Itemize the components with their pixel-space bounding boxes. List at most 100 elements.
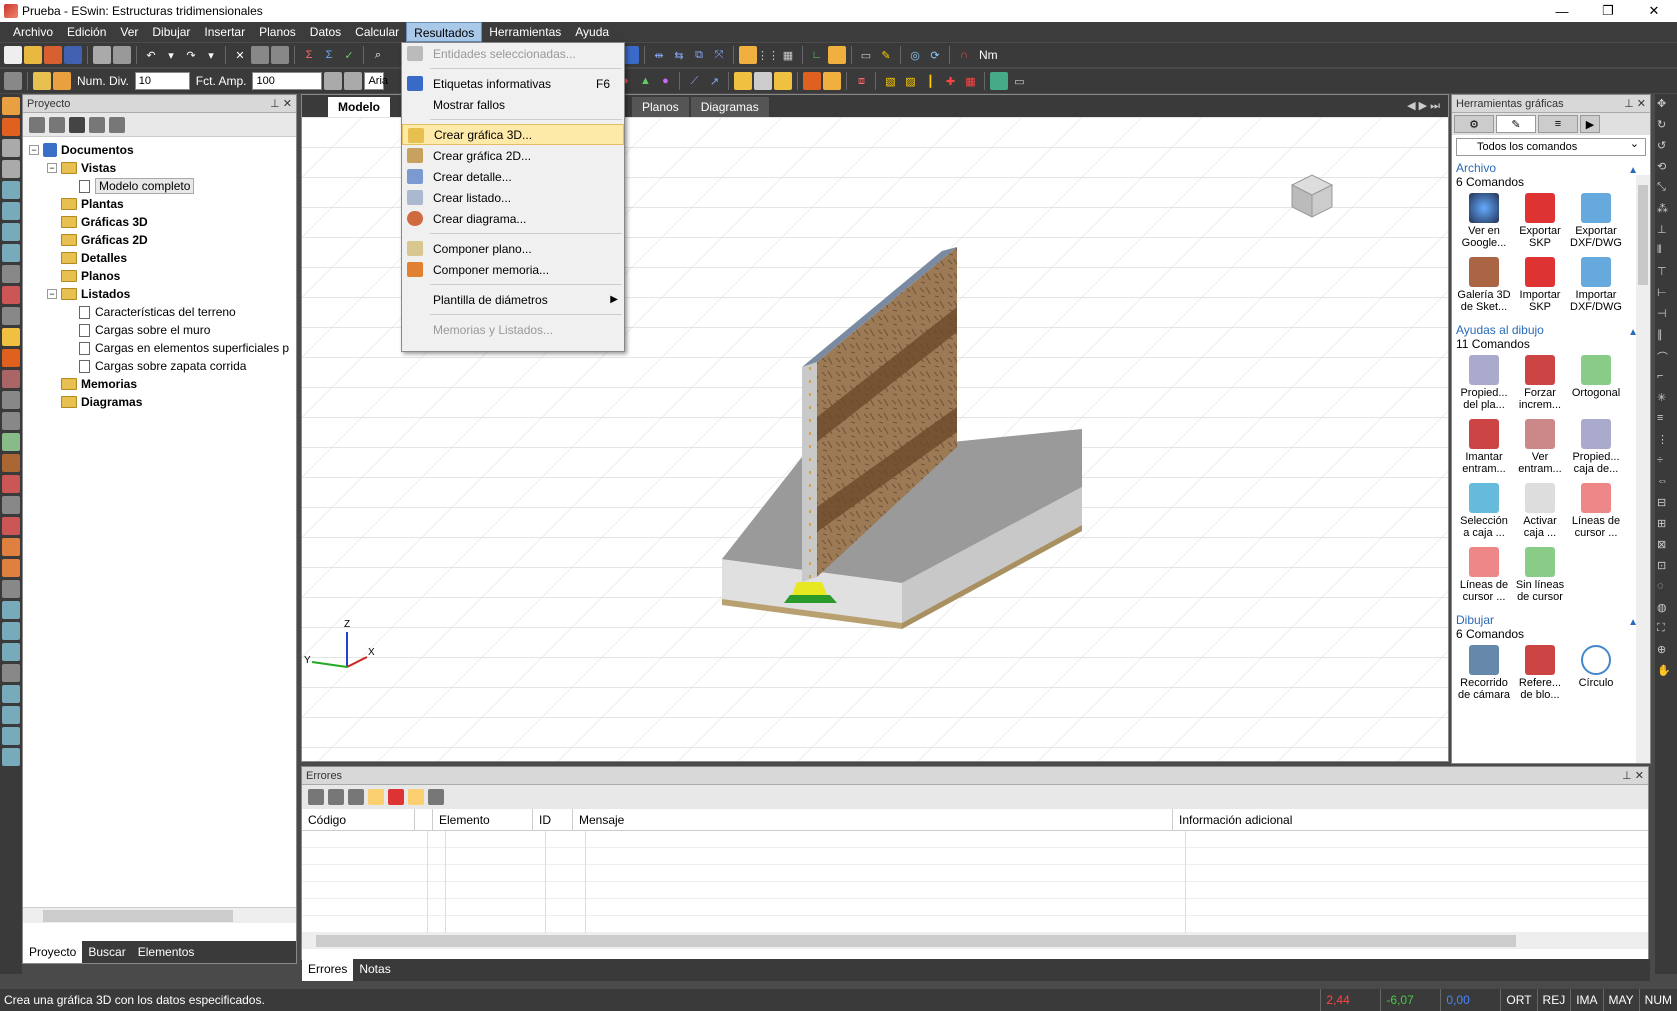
flag-num[interactable]: NUM [1638,989,1677,1011]
menu-edicion[interactable]: Edición [60,22,113,42]
column-tool-icon[interactable] [2,139,20,157]
magnet-icon[interactable]: ∩ [955,46,973,64]
tab-scroll-arrows[interactable]: ◀ ▶ ⏭ [1407,99,1440,113]
circle-icon[interactable]: ● [656,72,674,90]
menu-item-crear-detalle[interactable]: Crear detalle... [402,166,624,187]
group-title[interactable]: Dibujar [1456,613,1646,627]
save-icon[interactable] [64,46,82,64]
column-icon[interactable]: ┃ [921,72,939,90]
rotate-x-icon[interactable]: ↻ [1657,118,1675,136]
arrow-diag-icon[interactable]: ↗ [705,72,723,90]
menu-item-crear-diagrama[interactable]: Crear diagrama... [402,208,624,229]
num-div-input[interactable]: 10 [134,72,190,90]
line-tool-icon[interactable] [2,307,20,325]
tree-listado-item[interactable]: Cargas en elementos superficiales p [29,339,296,357]
earth-tool-icon[interactable] [2,706,20,724]
bar-tool-icon[interactable] [2,265,20,283]
next-error-icon[interactable] [328,789,344,805]
pan-icon[interactable]: ✋ [1657,664,1675,682]
flag-ort[interactable]: ORT [1500,989,1536,1011]
tree-graficas-3d[interactable]: Gráficas 3D [29,213,296,231]
table-icon[interactable]: ▦ [779,46,797,64]
water-tool-icon[interactable] [2,685,20,703]
brace-tool-icon[interactable] [2,181,20,199]
errors-pin-close[interactable]: ⊥ ✕ [1622,769,1644,782]
scale-icon[interactable]: ⤧ [710,46,728,64]
diagonal-icon[interactable]: ⟋ [685,72,703,90]
cmd-activar-caja[interactable]: Activar caja ... [1512,481,1568,545]
cmd-forzar-incremento[interactable]: Forzar increm... [1512,353,1568,417]
tree-detalles[interactable]: Detalles [29,249,296,267]
ungroup-icon[interactable]: ⊠ [1657,538,1675,556]
open-recent-icon[interactable] [44,46,62,64]
wind-tool-icon[interactable] [2,601,20,619]
divide-icon[interactable]: ÷ [1657,454,1675,472]
copy-document-icon[interactable] [89,116,105,133]
show-icon[interactable]: ◍ [1657,601,1675,619]
tab-diagramas[interactable]: Diagramas [690,97,769,117]
truss-tool-icon[interactable] [2,202,20,220]
ortho-icon[interactable]: ∟ [808,46,826,64]
new-file-icon[interactable] [4,46,22,64]
menu-item-componer-plano[interactable]: Componer plano... [402,238,624,259]
dynamic-tool-icon[interactable] [2,664,20,682]
menu-herramientas[interactable]: Herramientas [482,22,568,42]
settings-icon[interactable] [4,72,22,90]
locate-error-icon[interactable] [408,789,424,805]
tree-modelo-completo[interactable]: Modelo completo [29,177,296,195]
tree-listado-item[interactable]: Cargas sobre zapata corrida [29,357,296,375]
errors-table-body[interactable] [302,831,1648,933]
cmd-ver-entramado[interactable]: Ver entram... [1512,417,1568,481]
link-tool-icon[interactable] [2,223,20,241]
cmd-referencia-bloque[interactable]: Refere... de blo... [1512,643,1568,707]
cmd-galeria-3d[interactable]: Galería 3D de Sket... [1456,255,1512,319]
tab-elementos[interactable]: Elementos [132,941,201,963]
cmd-importar-dxf[interactable]: Importar DXF/DWG [1568,255,1624,319]
new-document-icon[interactable] [29,116,45,133]
pressure-tool-icon[interactable] [2,475,20,493]
moment-tool-icon[interactable] [2,538,20,556]
distribute-icon[interactable]: ⋮ [1657,433,1675,451]
offset-icon[interactable]: ∥ [1657,328,1675,346]
font-select[interactable]: Aria [364,72,388,90]
thermal-tool-icon[interactable] [2,517,20,535]
menu-calcular[interactable]: Calcular [348,22,406,42]
tree-memorias[interactable]: Memorias [29,375,296,393]
properties-icon[interactable] [271,46,289,64]
open-folder-icon[interactable] [24,46,42,64]
tools-vscroll[interactable] [1636,175,1650,763]
spring-tool-icon[interactable] [2,433,20,451]
envelope-tool-icon[interactable] [2,748,20,766]
restore-button[interactable]: ❐ [1585,0,1631,22]
close-button[interactable]: ✕ [1631,0,1677,22]
edit-document-icon[interactable] [49,116,65,133]
distributed-tool-icon[interactable] [2,580,20,598]
zoom-window-icon[interactable]: ⊕ [1657,643,1675,661]
area-load-tool-icon[interactable] [2,496,20,514]
tab-planos[interactable]: Planos [632,97,689,117]
refresh-icon[interactable]: ⟳ [926,46,944,64]
menu-item-plantilla-diametros[interactable]: Plantilla de diámetros ▶ [402,289,624,310]
document-icon[interactable] [33,72,51,90]
move-axis-icon[interactable]: ✥ [1657,97,1675,115]
cmd-propiedades-caja[interactable]: Propied... caja de... [1568,417,1624,481]
tree-plantas[interactable]: Plantas [29,195,296,213]
tree-listado-item[interactable]: Características del terreno [29,303,296,321]
col-informacion-adicional[interactable]: Información adicional [1173,809,1643,830]
menu-item-crear-grafica-3d[interactable]: Crear gráfica 3D... [402,124,624,145]
cmd-lineas-cursor-2[interactable]: Líneas de cursor ... [1456,545,1512,609]
cmd-seleccion-caja[interactable]: Selección a caja ... [1456,481,1512,545]
cable-tool-icon[interactable] [2,244,20,262]
pile-tool-icon[interactable] [2,370,20,388]
support-tool-icon[interactable] [2,391,20,409]
tab-gear-icon[interactable]: ⚙ [1454,115,1494,133]
tree-documentos[interactable]: − Documentos [29,141,296,159]
fct-amp-input[interactable]: 100 [252,72,323,90]
cmd-propiedades-plano[interactable]: Propied... del pla... [1456,353,1512,417]
dots-grid-icon[interactable]: ⋮⋮ [757,46,779,64]
mirror-icon[interactable]: ⇆ [670,46,688,64]
menu-item-entidades-seleccionadas[interactable]: Entidades seleccionadas... [402,43,624,64]
measure-icon[interactable]: ▭ [857,46,875,64]
menu-item-etiquetas-informativas[interactable]: Etiquetas informativas F6 [402,73,624,94]
shape-icon[interactable] [803,72,822,90]
